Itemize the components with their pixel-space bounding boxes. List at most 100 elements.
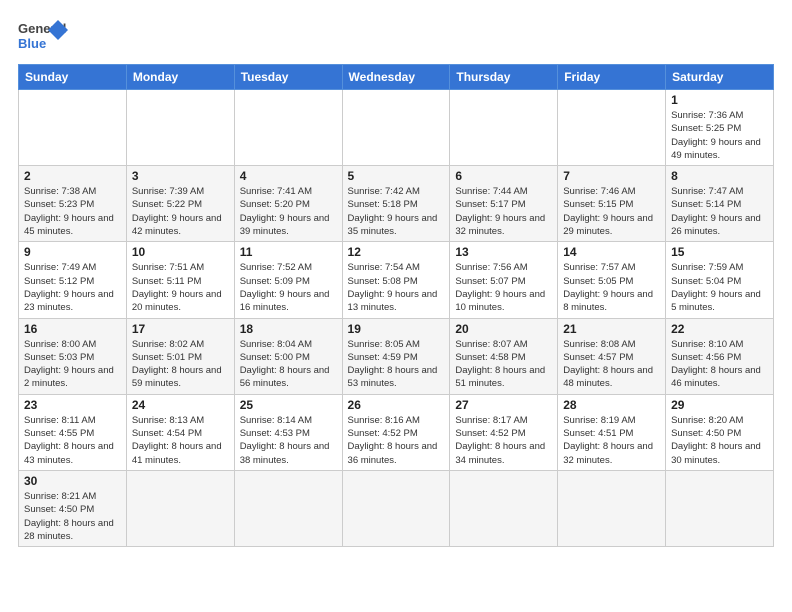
calendar-cell: 23 Sunrise: 8:11 AMSunset: 4:55 PMDayligh… <box>19 394 127 470</box>
calendar-cell <box>19 90 127 166</box>
day-info: Sunrise: 8:11 AMSunset: 4:55 PMDaylight:… <box>24 414 121 467</box>
week-row-1: 1Sunrise: 7:36 AMSunset: 5:25 PMDaylight… <box>19 90 774 166</box>
day-info: Sunrise: 7:56 AMSunset: 5:07 PMDaylight:… <box>455 261 552 314</box>
day-info: Sunrise: 8:10 AMSunset: 4:56 PMDaylight:… <box>671 338 768 391</box>
day-info: Sunrise: 7:59 AMSunset: 5:04 PMDaylight:… <box>671 261 768 314</box>
day-info: Sunrise: 7:38 AMSunset: 5:23 PMDaylight:… <box>24 185 121 238</box>
day-number: 10 <box>132 245 229 259</box>
calendar-cell: 7Sunrise: 7:46 AMSunset: 5:15 PMDaylight… <box>558 166 666 242</box>
day-info: Sunrise: 8:02 AMSunset: 5:01 PMDaylight:… <box>132 338 229 391</box>
week-row-5: 23 Sunrise: 8:11 AMSunset: 4:55 PMDayligh… <box>19 394 774 470</box>
calendar-cell: 16 Sunrise: 8:00 AMSunset: 5:03 PMDayligh… <box>19 318 127 394</box>
calendar-cell: 17Sunrise: 8:02 AMSunset: 5:01 PMDayligh… <box>126 318 234 394</box>
calendar-cell: 11 Sunrise: 7:52 AMSunset: 5:09 PMDayligh… <box>234 242 342 318</box>
day-info: Sunrise: 7:39 AMSunset: 5:22 PMDaylight:… <box>132 185 229 238</box>
day-number: 12 <box>348 245 445 259</box>
calendar-cell: 30 Sunrise: 8:21 AMSunset: 4:50 PMDayligh… <box>19 470 127 546</box>
calendar-cell <box>666 470 774 546</box>
day-number: 15 <box>671 245 768 259</box>
week-row-6: 30 Sunrise: 8:21 AMSunset: 4:50 PMDayligh… <box>19 470 774 546</box>
weekday-header-tuesday: Tuesday <box>234 65 342 90</box>
day-number: 27 <box>455 398 552 412</box>
calendar-cell: 22Sunrise: 8:10 AMSunset: 4:56 PMDayligh… <box>666 318 774 394</box>
calendar-cell: 15 Sunrise: 7:59 AMSunset: 5:04 PMDayligh… <box>666 242 774 318</box>
calendar-cell: 12 Sunrise: 7:54 AMSunset: 5:08 PMDayligh… <box>342 242 450 318</box>
svg-text:Blue: Blue <box>18 36 46 51</box>
day-number: 24 <box>132 398 229 412</box>
day-info: Sunrise: 8:13 AMSunset: 4:54 PMDaylight:… <box>132 414 229 467</box>
day-number: 29 <box>671 398 768 412</box>
calendar-cell: 28Sunrise: 8:19 AMSunset: 4:51 PMDayligh… <box>558 394 666 470</box>
day-info: Sunrise: 8:20 AMSunset: 4:50 PMDaylight:… <box>671 414 768 467</box>
day-number: 21 <box>563 322 660 336</box>
calendar-cell: 26Sunrise: 8:16 AMSunset: 4:52 PMDayligh… <box>342 394 450 470</box>
day-info: Sunrise: 7:54 AMSunset: 5:08 PMDaylight:… <box>348 261 445 314</box>
day-number: 30 <box>24 474 121 488</box>
calendar-cell: 27Sunrise: 8:17 AMSunset: 4:52 PMDayligh… <box>450 394 558 470</box>
day-info: Sunrise: 7:47 AMSunset: 5:14 PMDaylight:… <box>671 185 768 238</box>
calendar-cell <box>126 470 234 546</box>
day-number: 14 <box>563 245 660 259</box>
week-row-4: 16 Sunrise: 8:00 AMSunset: 5:03 PMDayligh… <box>19 318 774 394</box>
day-info: Sunrise: 8:04 AMSunset: 5:00 PMDaylight:… <box>240 338 337 391</box>
day-number: 11 <box>240 245 337 259</box>
day-info: Sunrise: 8:19 AMSunset: 4:51 PMDaylight:… <box>563 414 660 467</box>
day-number: 19 <box>348 322 445 336</box>
calendar-cell: 8 Sunrise: 7:47 AMSunset: 5:14 PMDaylight… <box>666 166 774 242</box>
calendar-cell: 10 Sunrise: 7:51 AMSunset: 5:11 PMDayligh… <box>126 242 234 318</box>
weekday-header-sunday: Sunday <box>19 65 127 90</box>
calendar-cell <box>342 470 450 546</box>
day-info: Sunrise: 8:07 AMSunset: 4:58 PMDaylight:… <box>455 338 552 391</box>
day-number: 9 <box>24 245 121 259</box>
day-number: 4 <box>240 169 337 183</box>
day-number: 16 <box>24 322 121 336</box>
calendar-cell: 21 Sunrise: 8:08 AMSunset: 4:57 PMDayligh… <box>558 318 666 394</box>
day-number: 25 <box>240 398 337 412</box>
calendar-cell: 18 Sunrise: 8:04 AMSunset: 5:00 PMDayligh… <box>234 318 342 394</box>
page: GeneralBlue SundayMondayTuesdayWednesday… <box>0 0 792 612</box>
calendar-cell: 3 Sunrise: 7:39 AMSunset: 5:22 PMDaylight… <box>126 166 234 242</box>
calendar-cell <box>558 90 666 166</box>
weekday-header-thursday: Thursday <box>450 65 558 90</box>
weekday-header-row: SundayMondayTuesdayWednesdayThursdayFrid… <box>19 65 774 90</box>
day-number: 23 <box>24 398 121 412</box>
day-info: Sunrise: 8:08 AMSunset: 4:57 PMDaylight:… <box>563 338 660 391</box>
day-info: Sunrise: 7:52 AMSunset: 5:09 PMDaylight:… <box>240 261 337 314</box>
day-info: Sunrise: 7:57 AMSunset: 5:05 PMDaylight:… <box>563 261 660 314</box>
calendar-cell: 9 Sunrise: 7:49 AMSunset: 5:12 PMDaylight… <box>19 242 127 318</box>
weekday-header-friday: Friday <box>558 65 666 90</box>
day-number: 2 <box>24 169 121 183</box>
calendar-cell: 14 Sunrise: 7:57 AMSunset: 5:05 PMDayligh… <box>558 242 666 318</box>
calendar-cell: 6Sunrise: 7:44 AMSunset: 5:17 PMDaylight… <box>450 166 558 242</box>
calendar-cell <box>558 470 666 546</box>
week-row-3: 9 Sunrise: 7:49 AMSunset: 5:12 PMDaylight… <box>19 242 774 318</box>
calendar-cell: 25 Sunrise: 8:14 AMSunset: 4:53 PMDayligh… <box>234 394 342 470</box>
day-number: 18 <box>240 322 337 336</box>
calendar-cell <box>234 90 342 166</box>
weekday-header-saturday: Saturday <box>666 65 774 90</box>
day-number: 3 <box>132 169 229 183</box>
calendar-cell: 20Sunrise: 8:07 AMSunset: 4:58 PMDayligh… <box>450 318 558 394</box>
calendar-cell <box>450 90 558 166</box>
week-row-2: 2 Sunrise: 7:38 AMSunset: 5:23 PMDaylight… <box>19 166 774 242</box>
day-info: Sunrise: 8:21 AMSunset: 4:50 PMDaylight:… <box>24 490 121 543</box>
day-number: 13 <box>455 245 552 259</box>
calendar-cell <box>126 90 234 166</box>
day-number: 7 <box>563 169 660 183</box>
day-info: Sunrise: 7:51 AMSunset: 5:11 PMDaylight:… <box>132 261 229 314</box>
day-number: 6 <box>455 169 552 183</box>
day-info: Sunrise: 8:14 AMSunset: 4:53 PMDaylight:… <box>240 414 337 467</box>
generalblue-icon: GeneralBlue <box>18 18 68 54</box>
day-info: Sunrise: 8:00 AMSunset: 5:03 PMDaylight:… <box>24 338 121 391</box>
weekday-header-monday: Monday <box>126 65 234 90</box>
day-number: 26 <box>348 398 445 412</box>
day-number: 8 <box>671 169 768 183</box>
calendar-cell: 24 Sunrise: 8:13 AMSunset: 4:54 PMDayligh… <box>126 394 234 470</box>
calendar-cell: 19 Sunrise: 8:05 AMSunset: 4:59 PMDayligh… <box>342 318 450 394</box>
day-info: Sunrise: 7:49 AMSunset: 5:12 PMDaylight:… <box>24 261 121 314</box>
calendar-cell: 2 Sunrise: 7:38 AMSunset: 5:23 PMDaylight… <box>19 166 127 242</box>
calendar-cell: 1Sunrise: 7:36 AMSunset: 5:25 PMDaylight… <box>666 90 774 166</box>
day-info: Sunrise: 8:05 AMSunset: 4:59 PMDaylight:… <box>348 338 445 391</box>
calendar-cell <box>234 470 342 546</box>
weekday-header-wednesday: Wednesday <box>342 65 450 90</box>
